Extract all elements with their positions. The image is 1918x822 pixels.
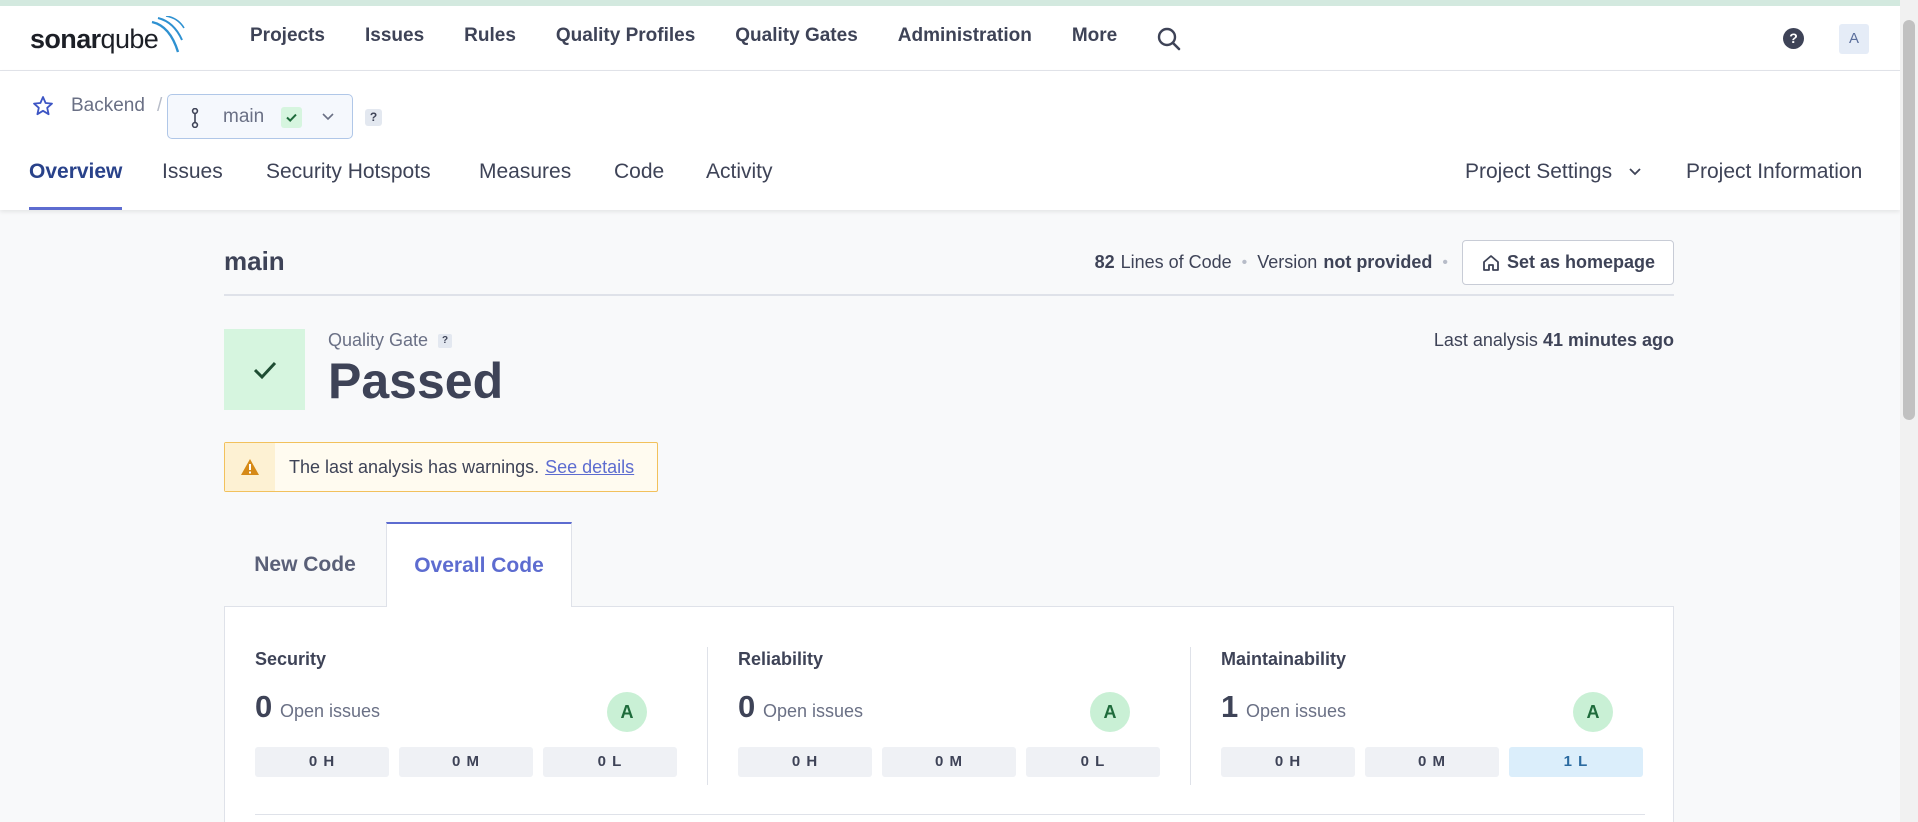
tab-measures[interactable]: Measures xyxy=(479,160,571,210)
rating-badge[interactable]: A xyxy=(1090,692,1130,732)
chevron-down-icon xyxy=(322,113,334,121)
sonarqube-logo[interactable]: sonarqube xyxy=(30,16,185,60)
branch-name: main xyxy=(223,106,265,127)
last-analysis-label: Last analysis xyxy=(1433,330,1538,350)
severity-medium-pill[interactable]: 0 M xyxy=(882,747,1016,777)
tab-issues[interactable]: Issues xyxy=(162,160,223,210)
measure-maintainability: Maintainability 1 Open issues A 0 H 0 M … xyxy=(1191,607,1673,822)
set-as-homepage-button[interactable]: Set as homepage xyxy=(1461,240,1674,285)
page-title: main xyxy=(224,246,285,276)
project-tabs: Overview Issues Security Hotspots Measur… xyxy=(29,160,1869,210)
logo-text: sonarqube xyxy=(30,23,159,54)
measure-count-label: Open issues xyxy=(1246,701,1347,721)
tab-code[interactable]: Code xyxy=(614,160,664,210)
measure-security: Security 0 Open issues A 0 H 0 M 0 L xyxy=(225,607,707,822)
warning-icon xyxy=(225,443,275,491)
branch-status-check-icon xyxy=(281,107,302,128)
code-period-tabs: New Code Overall Code xyxy=(224,522,1674,607)
analysis-warning-banner: The last analysis has warnings. See deta… xyxy=(224,442,658,492)
nav-more[interactable]: More xyxy=(1072,25,1117,47)
rating-badge[interactable]: A xyxy=(1573,692,1613,732)
severity-low-pill[interactable]: 1 L xyxy=(1509,747,1643,777)
tab-project-settings[interactable]: Project Settings xyxy=(1465,160,1642,210)
quality-gate-help-icon[interactable]: ? xyxy=(438,333,453,348)
severity-high-pill[interactable]: 0 H xyxy=(255,747,389,777)
measure-title: Reliability xyxy=(738,649,824,669)
set-as-homepage-label: Set as homepage xyxy=(1506,252,1655,272)
project-meta: 82 Lines of Code • Version not provided … xyxy=(1095,240,1674,285)
breadcrumb-separator: / xyxy=(156,95,163,116)
quality-gate-label: Quality Gate ? xyxy=(328,330,453,351)
quality-gate-status: Passed xyxy=(328,353,504,409)
rating-badge[interactable]: A xyxy=(607,692,647,732)
section-divider xyxy=(255,814,1645,815)
severity-high-pill[interactable]: 0 H xyxy=(738,747,872,777)
tab-activity[interactable]: Activity xyxy=(706,160,773,210)
severity-low-pill[interactable]: 0 L xyxy=(1026,747,1160,777)
version-value: not provided xyxy=(1323,252,1433,272)
measure-reliability: Reliability 0 Open issues A 0 H 0 M 0 L xyxy=(708,607,1190,822)
nav-issues[interactable]: Issues xyxy=(365,25,424,47)
last-analysis-value: 41 minutes ago xyxy=(1542,330,1674,350)
quality-gate-label-text: Quality Gate xyxy=(328,330,429,350)
last-analysis: Last analysis 41 minutes ago xyxy=(1434,330,1674,351)
chevron-down-icon xyxy=(1629,168,1641,176)
meta-dot: • xyxy=(1241,253,1248,271)
severity-pills: 0 H 0 M 0 L xyxy=(255,747,677,777)
star-icon[interactable] xyxy=(32,95,54,117)
branch-selector[interactable]: main xyxy=(167,94,353,139)
branch-icon xyxy=(191,108,199,128)
branch-help-icon[interactable]: ? xyxy=(365,109,382,126)
severity-medium-pill[interactable]: 0 M xyxy=(399,747,533,777)
tab-security-hotspots[interactable]: Security Hotspots xyxy=(266,160,431,210)
warning-text: The last analysis has warnings. xyxy=(289,456,540,477)
version-label: Version xyxy=(1257,252,1318,272)
logo-waves-icon xyxy=(151,16,185,53)
measure-title: Maintainability xyxy=(1221,649,1347,669)
tab-project-information[interactable]: Project Information xyxy=(1686,160,1862,210)
search-icon[interactable] xyxy=(1156,26,1182,52)
measure-count[interactable]: 0 xyxy=(738,689,755,725)
measures-panel: Security 0 Open issues A 0 H 0 M 0 L Rel… xyxy=(224,606,1674,822)
loc-count: 82 xyxy=(1094,252,1115,272)
divider xyxy=(224,294,1674,296)
project-settings-label: Project Settings xyxy=(1465,160,1613,183)
nav-quality-profiles[interactable]: Quality Profiles xyxy=(556,25,695,47)
project-name-link[interactable]: Backend xyxy=(71,95,145,117)
measure-count[interactable]: 1 xyxy=(1221,689,1238,725)
measure-count[interactable]: 0 xyxy=(255,689,272,725)
severity-medium-pill[interactable]: 0 M xyxy=(1365,747,1499,777)
nav-rules[interactable]: Rules xyxy=(464,25,516,47)
quality-gate-status-box xyxy=(224,329,305,410)
severity-high-pill[interactable]: 0 H xyxy=(1221,747,1355,777)
check-icon xyxy=(253,361,276,379)
nav-administration[interactable]: Administration xyxy=(898,25,1032,47)
global-nav: sonarqube Projects Issues Rules Quality … xyxy=(0,6,1900,71)
user-avatar[interactable]: A xyxy=(1839,24,1869,54)
project-header: Backend / main ? Overview Issues Securit… xyxy=(0,71,1900,210)
nav-links: Projects Issues Rules Quality Profiles Q… xyxy=(250,25,1157,47)
severity-pills: 0 H 0 M 0 L xyxy=(738,747,1160,777)
nav-projects[interactable]: Projects xyxy=(250,25,325,47)
tab-overall-code[interactable]: Overall Code xyxy=(386,522,572,607)
scrollbar-thumb[interactable] xyxy=(1903,20,1915,420)
measure-count-label: Open issues xyxy=(280,701,381,721)
see-details-link[interactable]: See details xyxy=(545,457,634,478)
tab-new-code[interactable]: New Code xyxy=(224,522,386,607)
home-icon xyxy=(1483,254,1499,271)
page-scrollbar[interactable] xyxy=(1900,0,1918,822)
severity-low-pill[interactable]: 0 L xyxy=(543,747,677,777)
tab-overview[interactable]: Overview xyxy=(29,160,123,210)
nav-quality-gates[interactable]: Quality Gates xyxy=(735,25,858,47)
breadcrumb: Backend / xyxy=(32,95,162,117)
help-icon[interactable]: ? xyxy=(1783,28,1804,49)
measure-count-label: Open issues xyxy=(763,701,864,721)
loc-label: Lines of Code xyxy=(1120,252,1232,272)
measure-title: Security xyxy=(255,649,327,669)
severity-pills: 0 H 0 M 1 L xyxy=(1221,747,1643,777)
meta-dot: • xyxy=(1442,253,1448,271)
